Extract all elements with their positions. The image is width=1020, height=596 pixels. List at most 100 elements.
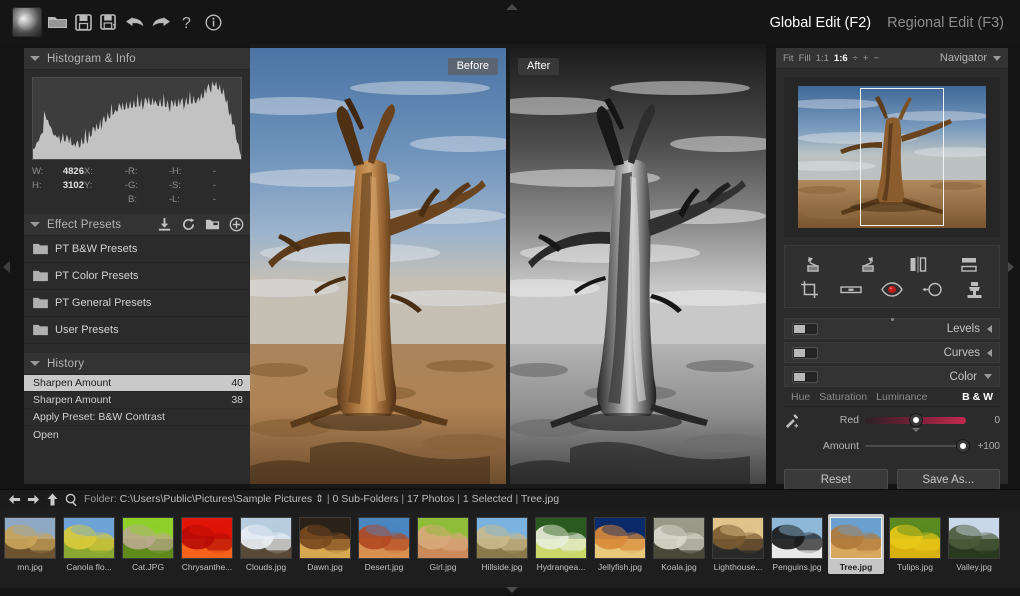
flip-vertical-icon[interactable]: [954, 254, 984, 276]
subtab-saturation[interactable]: Saturation: [819, 391, 867, 403]
nav-back-icon[interactable]: [8, 493, 21, 506]
red-eye-icon[interactable]: [877, 279, 907, 301]
filmstrip-thumbnail[interactable]: Canola flo...: [61, 514, 117, 574]
navigator-dropdown[interactable]: Navigator: [940, 52, 1001, 64]
thumbnail-filename: Tree.jpg: [839, 562, 873, 572]
filmstrip-thumbnail[interactable]: Chrysanthe...: [179, 514, 235, 574]
effect-presets-panel-header[interactable]: Effect Presets: [24, 214, 250, 236]
sort-toggle-icon[interactable]: ⇕: [315, 493, 324, 505]
history-item[interactable]: Apply Preset: B&W Contrast: [24, 409, 250, 426]
thumbnail-image: [830, 517, 882, 559]
zoom-in-button[interactable]: +: [863, 53, 869, 64]
save-as-button[interactable]: Save As...: [896, 469, 1000, 490]
preset-folder-pt-color[interactable]: PT Color Presets: [24, 263, 250, 290]
subtab-bw[interactable]: B & W: [962, 391, 993, 403]
right-panel-collapse-toggle[interactable]: [1007, 258, 1017, 276]
filmstrip-thumbnail[interactable]: Desert.jpg: [356, 514, 412, 574]
help-icon[interactable]: ?: [176, 11, 198, 33]
zoom-out-button[interactable]: −: [873, 53, 879, 64]
filmstrip[interactable]: mn.jpg Canola flo... Cat.JPG Chrysanthe... C…: [0, 508, 1020, 588]
refresh-presets-icon[interactable]: [181, 217, 196, 232]
nav-forward-icon[interactable]: [27, 493, 40, 506]
left-panel-collapse-toggle[interactable]: [3, 258, 13, 276]
filmstrip-thumbnail[interactable]: Lighthouse...: [710, 514, 766, 574]
crop-icon[interactable]: [795, 279, 825, 301]
new-preset-folder-icon[interactable]: [205, 217, 220, 232]
preset-folder-pt-general[interactable]: PT General Presets: [24, 290, 250, 317]
filmstrip-thumbnail[interactable]: Koala.jpg: [651, 514, 707, 574]
curves-enable-toggle[interactable]: [792, 346, 818, 359]
zoom-current-level[interactable]: 1:6: [834, 53, 848, 64]
filmstrip-thumbnail[interactable]: Dawn.jpg: [297, 514, 353, 574]
before-badge[interactable]: Before: [447, 58, 498, 75]
open-folder-icon[interactable]: [46, 11, 68, 33]
filmstrip-thumbnail[interactable]: Girl.jpg: [415, 514, 471, 574]
rotate-left-icon[interactable]: [800, 254, 830, 276]
search-icon[interactable]: [65, 493, 78, 506]
filmstrip-thumbnail-selected[interactable]: Tree.jpg: [828, 514, 884, 574]
adjustment-color[interactable]: Color: [784, 366, 1000, 387]
edit-mode-tabs: Global Edit (F2) Regional Edit (F3): [770, 15, 1004, 31]
clone-stamp-icon[interactable]: [959, 279, 989, 301]
color-enable-toggle[interactable]: [792, 370, 818, 383]
zoom-ratio-divider-icon[interactable]: ÷: [853, 53, 858, 64]
history-item[interactable]: Open: [24, 426, 250, 443]
subtab-luminance[interactable]: Luminance: [876, 391, 927, 403]
info-s-value: -: [212, 180, 216, 191]
filmstrip-collapse-toggle[interactable]: [505, 586, 519, 595]
subtab-hue[interactable]: Hue: [791, 391, 810, 403]
filmstrip-thumbnail[interactable]: Cat.JPG: [120, 514, 176, 574]
spot-heal-icon[interactable]: [918, 279, 948, 301]
zoom-fill-button[interactable]: Fill: [799, 53, 811, 64]
histogram-panel-title: Histogram & Info: [47, 52, 136, 65]
add-preset-icon[interactable]: [229, 217, 244, 232]
eyedropper-icon[interactable]: [784, 413, 801, 428]
preset-folder-user[interactable]: User Presets: [24, 317, 250, 344]
red-slider-knob[interactable]: [909, 414, 922, 426]
history-item[interactable]: Sharpen Amount 38: [24, 392, 250, 409]
filmstrip-thumbnail[interactable]: Jellyfish.jpg: [592, 514, 648, 574]
navigator-view-rectangle[interactable]: [860, 88, 944, 226]
after-badge[interactable]: After: [518, 58, 560, 75]
navigator-label: Navigator: [939, 52, 987, 64]
history-list: Sharpen Amount 40 Sharpen Amount 38 Appl…: [24, 375, 250, 443]
reset-button[interactable]: Reset: [784, 469, 888, 490]
filmstrip-thumbnail[interactable]: Hillside.jpg: [474, 514, 530, 574]
adjustment-levels[interactable]: Levels: [784, 318, 1000, 339]
rotate-right-icon[interactable]: [851, 254, 881, 276]
navigator-preview[interactable]: [784, 77, 1000, 237]
tab-regional-edit[interactable]: Regional Edit (F3): [887, 15, 1004, 31]
adjustment-curves[interactable]: Curves: [784, 342, 1000, 363]
amount-slider-knob[interactable]: [956, 440, 969, 452]
filmstrip-thumbnail[interactable]: Valley.jpg: [946, 514, 1002, 574]
filmstrip-thumbnail[interactable]: mn.jpg: [2, 514, 58, 574]
top-collapse-toggle[interactable]: [505, 2, 519, 11]
straighten-icon[interactable]: [836, 279, 866, 301]
red-slider-track[interactable]: [865, 414, 966, 432]
panel-resize-handle[interactable]: [776, 308, 1008, 321]
filmstrip-thumbnail[interactable]: Tulips.jpg: [887, 514, 943, 574]
before-image-pane[interactable]: Before: [250, 48, 506, 484]
folder-path[interactable]: C:\Users\Public\Pictures\Sample Pictures: [120, 493, 313, 505]
amount-slider-track[interactable]: [865, 440, 969, 452]
nav-up-icon[interactable]: [46, 493, 59, 506]
redo-icon[interactable]: [150, 11, 172, 33]
filmstrip-thumbnail[interactable]: Clouds.jpg: [238, 514, 294, 574]
histogram-panel-header[interactable]: Histogram & Info: [24, 48, 250, 70]
zoom-1to1-button[interactable]: 1:1: [816, 53, 829, 64]
history-item[interactable]: Sharpen Amount 40: [24, 375, 250, 392]
info-icon[interactable]: [202, 11, 224, 33]
zoom-fit-button[interactable]: Fit: [783, 53, 794, 64]
tab-global-edit[interactable]: Global Edit (F2): [770, 15, 872, 31]
flip-horizontal-icon[interactable]: [903, 254, 933, 276]
save-as-icon[interactable]: [98, 11, 120, 33]
filmstrip-thumbnail[interactable]: Penguins.jpg: [769, 514, 825, 574]
preset-folder-pt-bw[interactable]: PT B&W Presets: [24, 236, 250, 263]
undo-icon[interactable]: [124, 11, 146, 33]
filmstrip-thumbnail[interactable]: Hydrangea...: [533, 514, 589, 574]
after-image-pane[interactable]: After: [510, 48, 766, 484]
history-panel-header[interactable]: History: [24, 353, 250, 375]
levels-enable-toggle[interactable]: [792, 322, 818, 335]
import-preset-icon[interactable]: [157, 217, 172, 232]
save-icon[interactable]: [72, 11, 94, 33]
